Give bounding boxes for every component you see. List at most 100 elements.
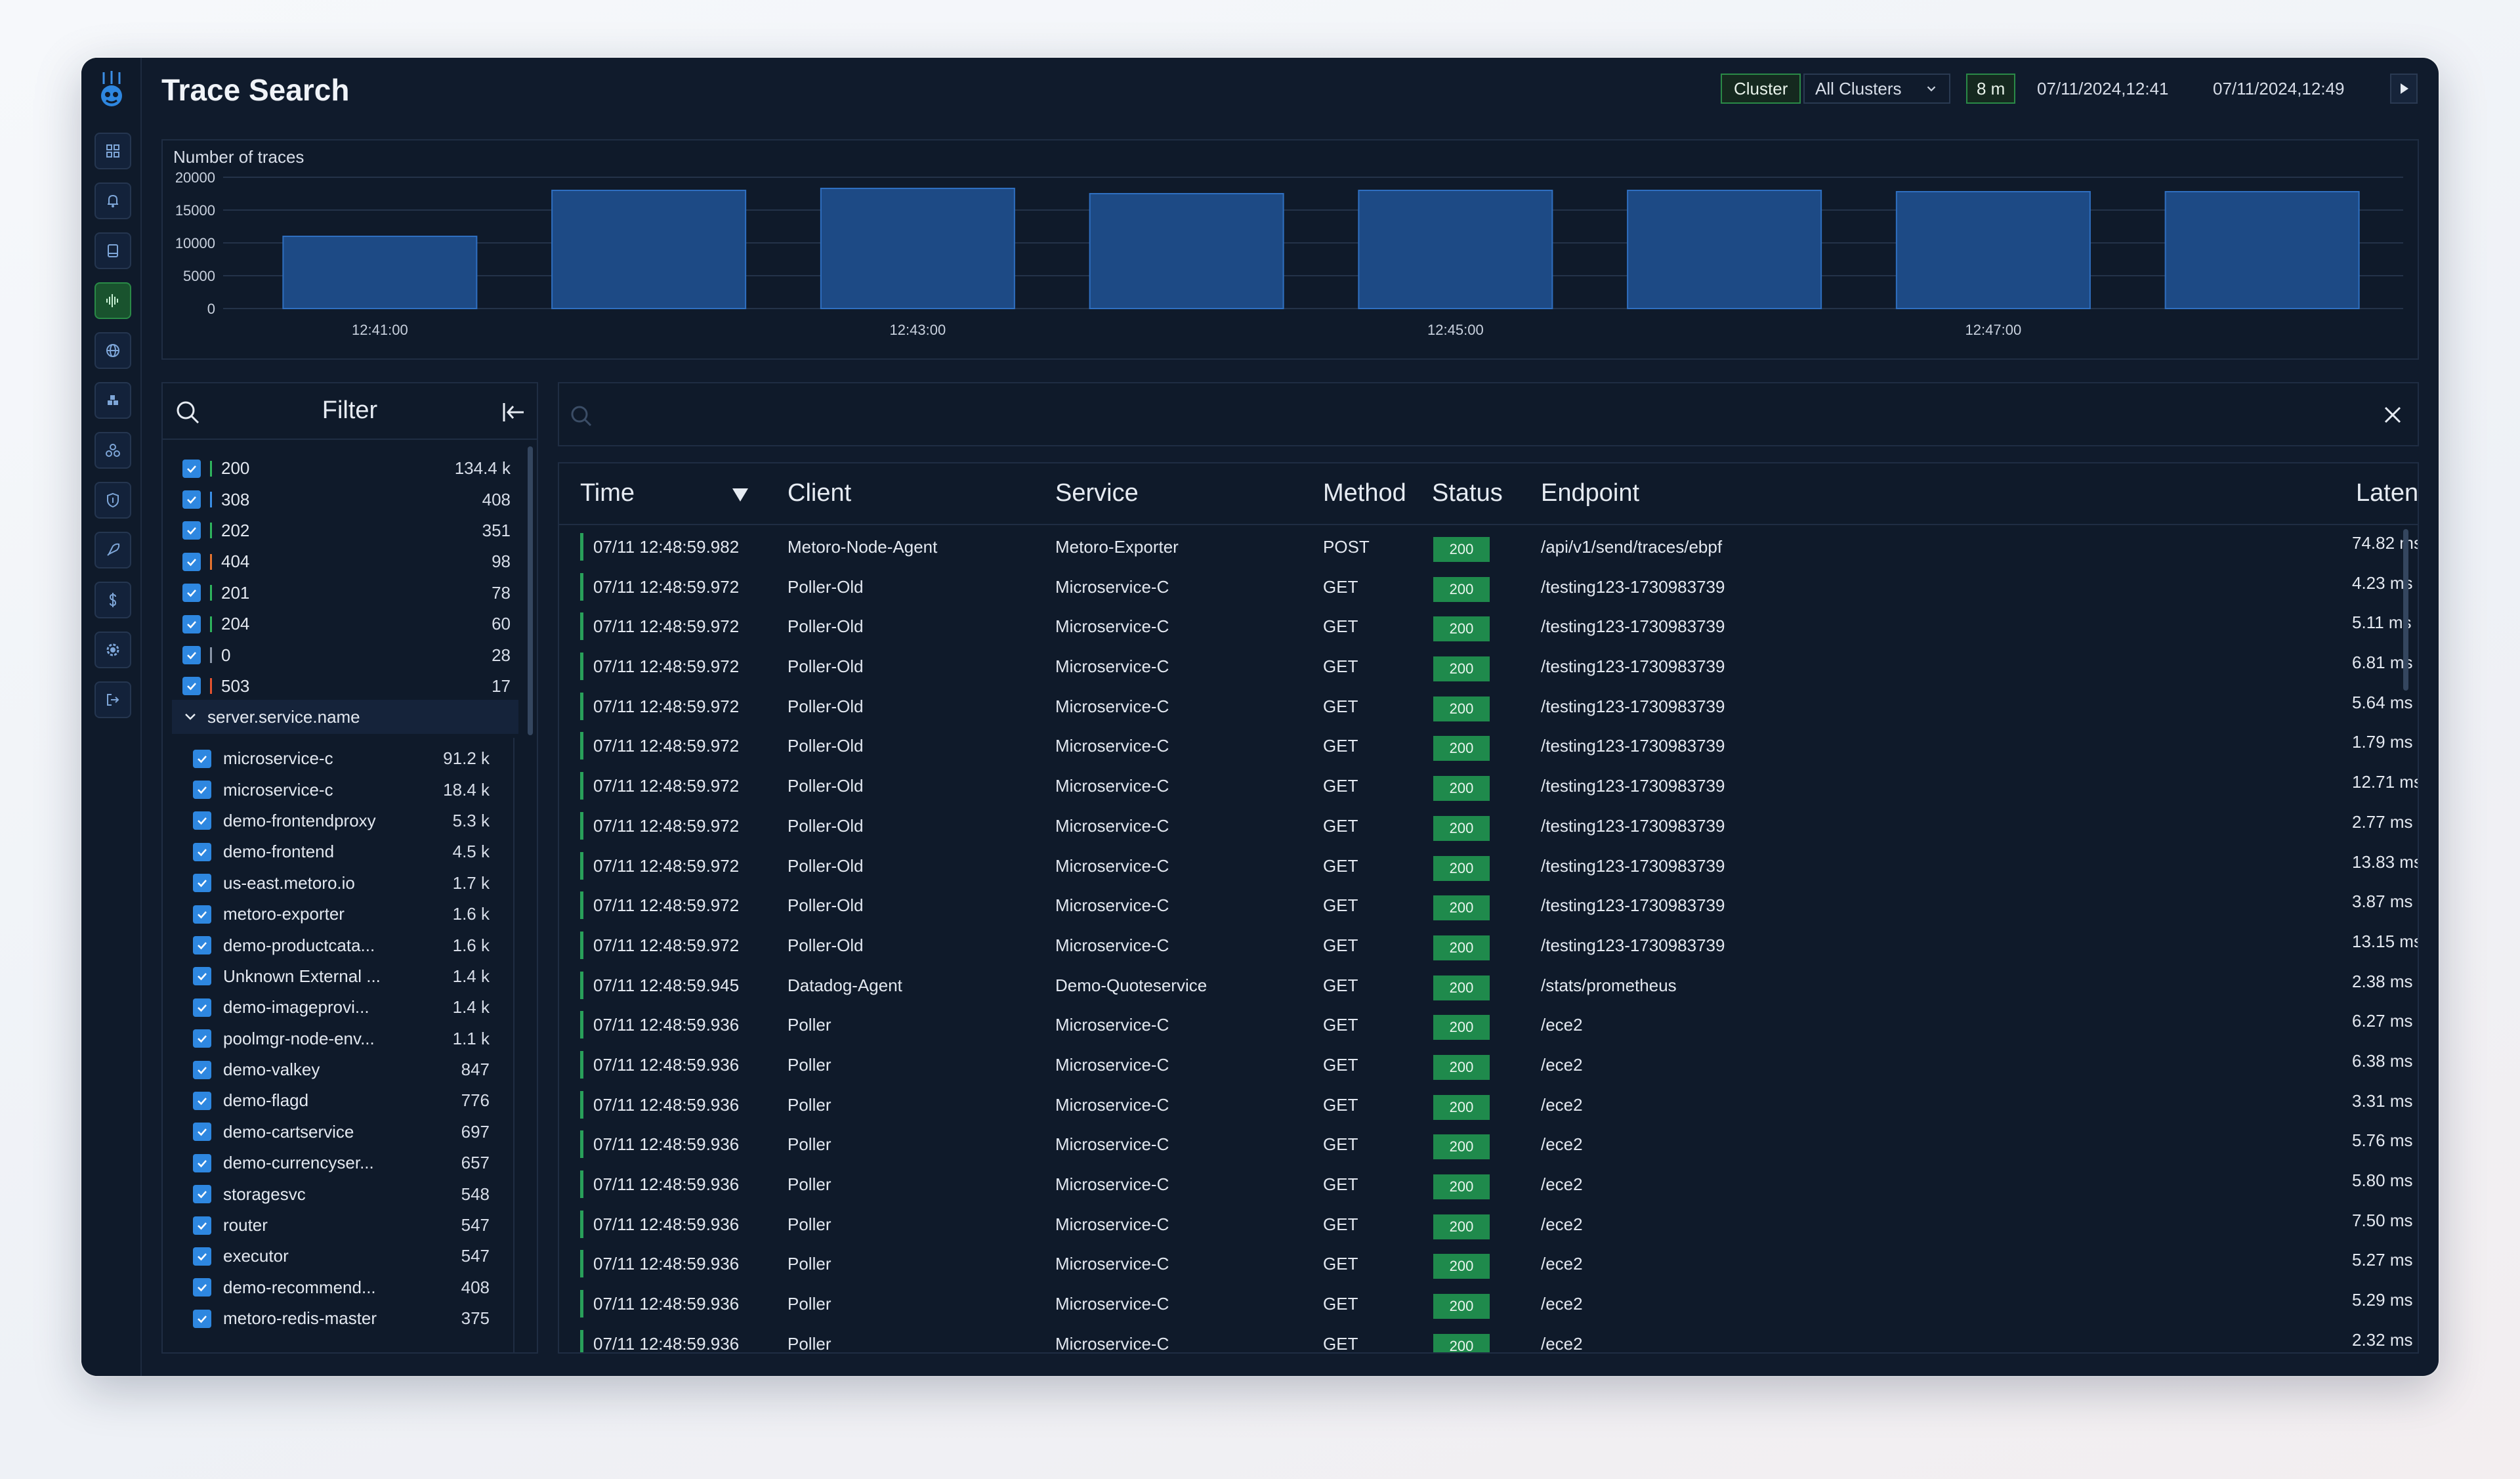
- sidebar-item-security[interactable]: [94, 482, 131, 519]
- service-name-group-header[interactable]: server.service.name: [172, 700, 518, 734]
- service-filter-row[interactable]: router 547: [193, 1210, 490, 1241]
- service-filter-row[interactable]: demo-imageprovi... 1.4 k: [193, 992, 490, 1023]
- checkbox[interactable]: [193, 967, 211, 986]
- checkbox[interactable]: [193, 1153, 211, 1172]
- service-filter-row[interactable]: Unknown External ... 1.4 k: [193, 961, 490, 992]
- checkbox[interactable]: [193, 1247, 211, 1266]
- filter-scrollbar[interactable]: [528, 446, 533, 735]
- cluster-select[interactable]: All Clusters: [1803, 74, 1950, 104]
- status-filter-row[interactable]: 202 351: [182, 515, 511, 546]
- service-filter-row[interactable]: demo-recommend... 408: [193, 1272, 490, 1303]
- table-row[interactable]: 07/11 12:48:59.936 Poller Microservice-C GE…: [559, 1124, 2418, 1164]
- service-filter-row[interactable]: demo-currencyser... 657: [193, 1147, 490, 1178]
- checkbox[interactable]: [193, 842, 211, 861]
- checkbox[interactable]: [182, 677, 201, 696]
- status-filter-row[interactable]: 201 78: [182, 578, 511, 609]
- status-filter-row[interactable]: 204 60: [182, 609, 511, 639]
- table-row[interactable]: 07/11 12:48:59.936 Poller Microservice-C GE…: [559, 1084, 2418, 1125]
- table-row[interactable]: 07/11 12:48:59.972 Poller-Old Microservice…: [559, 805, 2418, 846]
- sidebar-item-logout[interactable]: [94, 681, 131, 718]
- column-header-latency[interactable]: Latency: [2356, 479, 2418, 507]
- table-row[interactable]: 07/11 12:48:59.972 Poller-Old Microservice…: [559, 885, 2418, 925]
- table-row[interactable]: 07/11 12:48:59.972 Poller-Old Microservice…: [559, 606, 2418, 646]
- checkbox[interactable]: [182, 552, 201, 571]
- checkbox[interactable]: [193, 874, 211, 893]
- checkbox[interactable]: [182, 646, 201, 665]
- service-filter-row[interactable]: metoro-redis-master 375: [193, 1303, 490, 1334]
- sidebar-item-billing[interactable]: [94, 582, 131, 618]
- table-row[interactable]: 07/11 12:48:59.972 Poller-Old Microservice…: [559, 567, 2418, 607]
- service-filter-row[interactable]: demo-frontendproxy 5.3 k: [193, 805, 490, 836]
- sort-desc-icon[interactable]: [731, 487, 749, 503]
- column-header-endpoint[interactable]: Endpoint: [1541, 479, 1639, 507]
- status-filter-row[interactable]: 200 134.4 k: [182, 453, 511, 484]
- column-header-client[interactable]: Client: [788, 479, 851, 507]
- checkbox[interactable]: [193, 1309, 211, 1328]
- table-row[interactable]: 07/11 12:48:59.972 Poller-Old Microservice…: [559, 925, 2418, 965]
- table-row[interactable]: 07/11 12:48:59.936 Poller Microservice-C GE…: [559, 1004, 2418, 1044]
- checkbox[interactable]: [193, 781, 211, 800]
- checkbox[interactable]: [193, 1278, 211, 1297]
- checkbox[interactable]: [193, 749, 211, 768]
- table-row[interactable]: 07/11 12:48:59.936 Poller Microservice-C GE…: [559, 1283, 2418, 1323]
- sidebar-item-settings[interactable]: [94, 632, 131, 668]
- sidebar-item-infrastructure[interactable]: [94, 382, 131, 419]
- status-filter-row[interactable]: 0 28: [182, 639, 511, 670]
- checkbox[interactable]: [193, 905, 211, 924]
- sidebar-item-dashboard[interactable]: [94, 133, 131, 169]
- close-icon[interactable]: [2380, 402, 2406, 428]
- checkbox[interactable]: [193, 1029, 211, 1048]
- table-row[interactable]: 07/11 12:48:59.972 Poller-Old Microservice…: [559, 765, 2418, 805]
- checkbox[interactable]: [193, 998, 211, 1017]
- date-from[interactable]: 07/11/2024,12:41: [2037, 74, 2168, 104]
- table-row[interactable]: 07/11 12:48:59.936 Poller Microservice-C GE…: [559, 1044, 2418, 1084]
- table-row[interactable]: 07/11 12:48:59.936 Poller Microservice-C GE…: [559, 1204, 2418, 1244]
- status-filter-row[interactable]: 404 98: [182, 546, 511, 577]
- column-header-status[interactable]: Status: [1432, 479, 1503, 507]
- collapse-panel-icon[interactable]: [500, 399, 526, 425]
- time-range-badge[interactable]: 8 m: [1966, 74, 2016, 104]
- play-button[interactable]: [2390, 74, 2418, 104]
- sidebar-item-network[interactable]: [94, 332, 131, 369]
- table-row[interactable]: 07/11 12:48:59.972 Poller-Old Microservice…: [559, 646, 2418, 686]
- status-filter-row[interactable]: 308 408: [182, 484, 511, 515]
- checkbox[interactable]: [182, 490, 201, 509]
- checkbox[interactable]: [193, 1060, 211, 1079]
- status-filter-row[interactable]: 503 17: [182, 671, 511, 702]
- trace-search-input[interactable]: [598, 397, 2370, 433]
- service-filter-row[interactable]: demo-productcata... 1.6 k: [193, 930, 490, 960]
- checkbox[interactable]: [193, 936, 211, 955]
- service-filter-row[interactable]: demo-flagd 776: [193, 1085, 490, 1116]
- checkbox[interactable]: [193, 1185, 211, 1204]
- column-header-time[interactable]: Time: [580, 479, 635, 507]
- service-filter-row[interactable]: poolmgr-node-env... 1.1 k: [193, 1023, 490, 1054]
- service-filter-row[interactable]: demo-cartservice 697: [193, 1117, 490, 1147]
- service-filter-row[interactable]: microservice-c 18.4 k: [193, 774, 490, 805]
- checkbox[interactable]: [182, 459, 201, 478]
- table-row[interactable]: 07/11 12:48:59.936 Poller Microservice-C GE…: [559, 1164, 2418, 1204]
- table-row[interactable]: 07/11 12:48:59.972 Poller-Old Microservice…: [559, 725, 2418, 765]
- service-filter-row[interactable]: microservice-c 91.2 k: [193, 743, 490, 774]
- sidebar-item-traces[interactable]: [94, 282, 131, 319]
- column-header-method[interactable]: Method: [1323, 479, 1406, 507]
- table-row[interactable]: 07/11 12:48:59.972 Poller-Old Microservice…: [559, 846, 2418, 886]
- checkbox[interactable]: [193, 811, 211, 830]
- sidebar-item-deployments[interactable]: [94, 532, 131, 568]
- table-row[interactable]: 07/11 12:48:59.936 Poller Microservice-C GE…: [559, 1323, 2418, 1352]
- sidebar-item-alerts[interactable]: [94, 182, 131, 219]
- table-row[interactable]: 07/11 12:48:59.982 Metoro-Node-Agent Metor…: [559, 526, 2418, 567]
- table-row[interactable]: 07/11 12:48:59.945 Datadog-Agent Demo-Quot…: [559, 965, 2418, 1005]
- date-to[interactable]: 07/11/2024,12:49: [2213, 74, 2344, 104]
- sidebar-item-services[interactable]: [94, 432, 131, 469]
- service-filter-row[interactable]: executor 547: [193, 1241, 490, 1272]
- checkbox[interactable]: [193, 1091, 211, 1110]
- service-filter-row[interactable]: metoro-exporter 1.6 k: [193, 899, 490, 930]
- checkbox[interactable]: [193, 1216, 211, 1235]
- checkbox[interactable]: [182, 614, 201, 633]
- service-filter-row[interactable]: demo-valkey 847: [193, 1054, 490, 1085]
- sidebar-item-logs[interactable]: [94, 232, 131, 269]
- column-header-service[interactable]: Service: [1055, 479, 1139, 507]
- checkbox[interactable]: [182, 521, 201, 540]
- checkbox[interactable]: [182, 584, 201, 603]
- checkbox[interactable]: [193, 1123, 211, 1142]
